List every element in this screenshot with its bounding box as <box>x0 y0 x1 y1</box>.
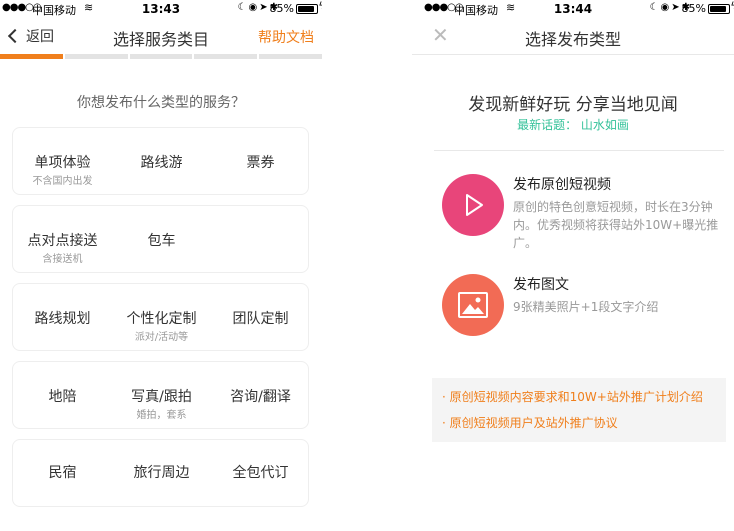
video-circle <box>442 174 504 236</box>
nav-bar: ✕ 选择发布类型 <box>412 18 734 54</box>
option-label: 路线规划 <box>34 311 91 327</box>
photo-circle <box>442 274 504 336</box>
nav-divider <box>412 54 734 55</box>
help-docs-link[interactable]: 帮助文档 <box>258 27 314 47</box>
option-label: 写真/跟拍 <box>131 389 192 405</box>
option-photo-shoot[interactable]: 写真/跟拍 婚拍，套系 <box>112 362 211 428</box>
info-links-box: · 原创短视频内容要求和10W+站外推广计划介绍 · 原创短视频用户及站外推广协… <box>432 378 726 442</box>
charging-icon: ϟ <box>730 1 734 12</box>
option-homestay[interactable]: 民宿 <box>13 440 112 506</box>
battery-percent: 85% <box>681 2 706 15</box>
page-title: 选择发布类型 <box>524 30 621 49</box>
status-bar: ●●●○○ 中国移动 ≋ 13:44 ☾◉➤✱ 85% ϟ <box>412 0 734 18</box>
option-route-tour[interactable]: 路线游 <box>112 128 211 194</box>
option-sublabel: 含接送机 <box>42 254 83 265</box>
option-label: 点对点接送 <box>27 233 98 249</box>
headline: 发现新鲜好玩 分享当地见闻 <box>468 95 678 115</box>
option-team-custom[interactable]: 团队定制 <box>211 284 310 350</box>
category-card-row-2: 点对点接送 含接送机 包车 <box>12 205 309 273</box>
progress-segment <box>129 54 193 59</box>
play-icon <box>466 194 483 216</box>
option-sublabel: 不含国内出发 <box>32 176 93 187</box>
promotion-agreement-link[interactable]: · 原创短视频用户及站外推广协议 <box>442 414 726 440</box>
option-description: 9张精美照片+1段文字介绍 <box>513 300 659 314</box>
option-consult-translate[interactable]: 咨询/翻译 <box>211 362 310 428</box>
nav-bar: 返回 选择服务类目 帮助文档 <box>0 18 322 54</box>
publish-video-option[interactable]: 发布原创短视频 原创的特色创意短视频，时长在3分钟内。优秀视频将获得站外10W+… <box>442 174 726 250</box>
option-label: 旅行周边 <box>133 465 190 481</box>
option-label: 路线游 <box>140 155 183 171</box>
progress-segment <box>259 54 322 59</box>
battery-icon <box>708 4 730 14</box>
option-title: 发布原创短视频 <box>513 177 611 193</box>
option-route-planning[interactable]: 路线规划 <box>13 284 112 350</box>
image-icon <box>458 292 488 318</box>
option-label: 全包代订 <box>232 465 289 481</box>
section-divider <box>434 150 724 151</box>
category-card-row-4: 地陪 写真/跟拍 婚拍，套系 咨询/翻译 <box>12 361 309 429</box>
option-title: 发布图文 <box>513 277 569 293</box>
category-card-row-5: 民宿 旅行周边 全包代订 <box>12 439 309 507</box>
battery-icon <box>296 4 318 14</box>
option-label: 地陪 <box>48 389 77 405</box>
option-all-inclusive[interactable]: 全包代订 <box>211 440 310 506</box>
progress-segment <box>194 54 258 59</box>
category-card-row-3: 路线规划 个性化定制 派对/活动等 团队定制 <box>12 283 309 351</box>
option-charter-car[interactable]: 包车 <box>112 206 211 272</box>
option-label: 票券 <box>246 155 275 171</box>
status-bar: ●●●○○ 中国移动 ≋ 13:43 ☾◉➤✱ 85% ϟ <box>0 0 322 18</box>
option-custom[interactable]: 个性化定制 派对/活动等 <box>112 284 211 350</box>
option-label: 包车 <box>147 233 176 249</box>
option-label: 团队定制 <box>232 311 289 327</box>
step-progress <box>0 54 322 59</box>
option-local-guide[interactable]: 地陪 <box>13 362 112 428</box>
publish-type-screen: ●●●○○ 中国移动 ≋ 13:44 ☾◉➤✱ 85% ϟ ✕ 选择发布类型 发… <box>412 0 734 531</box>
progress-segment-active <box>0 54 63 59</box>
charging-icon: ϟ <box>318 1 322 12</box>
option-sublabel: 婚拍，套系 <box>136 410 187 421</box>
service-type-question: 你想发布什么类型的服务？ <box>77 95 245 111</box>
option-label: 民宿 <box>48 465 77 481</box>
service-category-screen: ●●●○○ 中国移动 ≋ 13:43 ☾◉➤✱ 85% ϟ 返回 选择服务类目 … <box>0 0 322 531</box>
option-tickets[interactable]: 票券 <box>211 128 310 194</box>
progress-segment <box>64 54 128 59</box>
option-label: 咨询/翻译 <box>230 389 291 405</box>
option-description: 原创的特色创意短视频，时长在3分钟内。优秀视频将获得站外10W+曝光推广。 <box>513 200 719 250</box>
battery-percent: 85% <box>269 2 294 15</box>
option-sublabel: 派对/活动等 <box>134 332 189 343</box>
option-point-transfer[interactable]: 点对点接送 含接送机 <box>13 206 112 272</box>
publish-photo-text-option[interactable]: 发布图文 9张精美照片+1段文字介绍 <box>442 274 726 336</box>
option-travel-merch[interactable]: 旅行周边 <box>112 440 211 506</box>
category-card-row-1: 单项体验 不含国内出发 路线游 票券 <box>12 127 309 195</box>
option-label: 单项体验 <box>34 155 91 171</box>
latest-topic[interactable]: 最新话题： 山水如画 <box>412 116 734 133</box>
option-label: 个性化定制 <box>126 311 197 327</box>
option-single-experience[interactable]: 单项体验 不含国内出发 <box>13 128 112 194</box>
video-requirements-link[interactable]: · 原创短视频内容要求和10W+站外推广计划介绍 <box>442 388 726 414</box>
